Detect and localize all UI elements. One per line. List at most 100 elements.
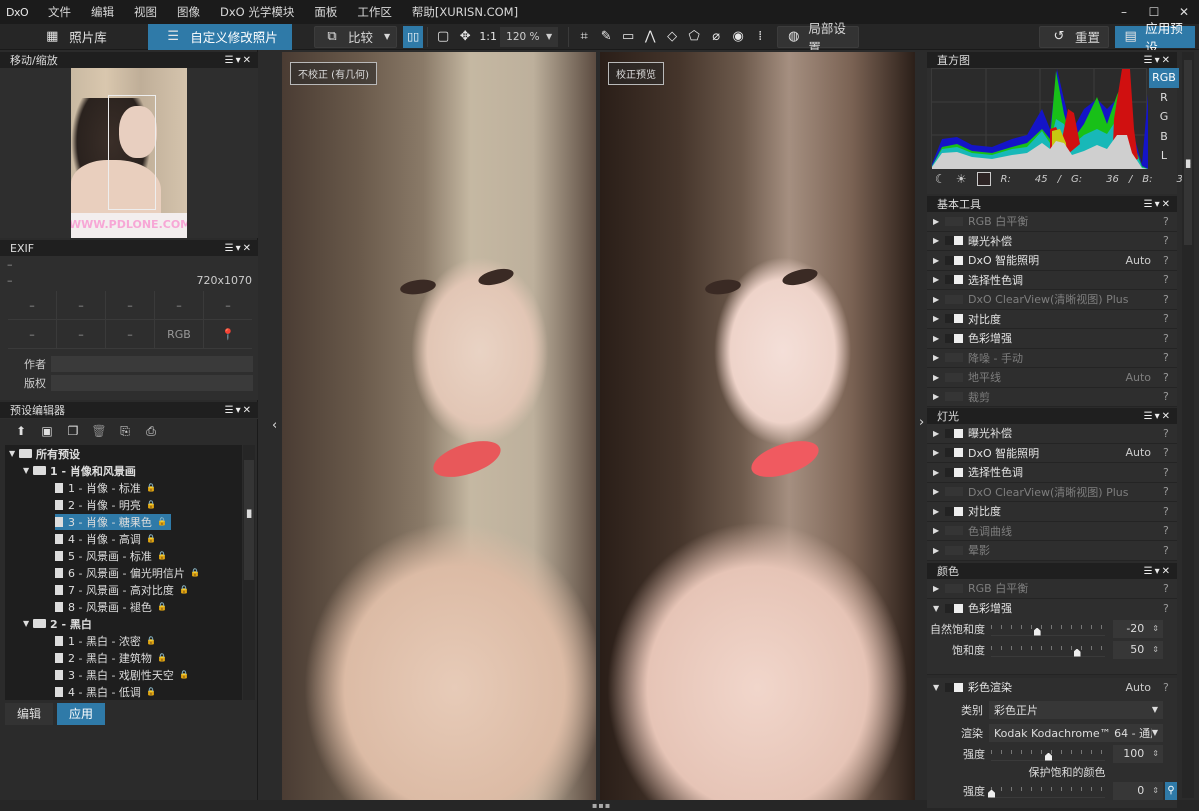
expand-icon[interactable]: ▶ xyxy=(933,295,945,304)
expand-icon[interactable]: ▶ xyxy=(933,546,945,555)
expand-icon[interactable]: ▶ xyxy=(933,487,945,496)
tab-photo-library[interactable]: ▦ 照片库 xyxy=(0,24,148,50)
menu-item[interactable]: 文件 xyxy=(38,4,81,20)
tab-edit[interactable]: 编辑 xyxy=(5,703,53,725)
apply-preset-button[interactable]: ▤ 应用预设 xyxy=(1115,21,1195,55)
help-icon[interactable]: ? xyxy=(1163,312,1177,325)
enable-toggle[interactable] xyxy=(945,545,963,555)
tab-apply[interactable]: 应用 xyxy=(57,703,105,725)
preset-item[interactable]: 4 - 黑白 - 低调 🔒 xyxy=(5,683,242,700)
author-input[interactable] xyxy=(51,356,253,372)
tool-row[interactable]: ▶ 裁剪? xyxy=(927,387,1177,407)
enable-toggle[interactable] xyxy=(945,294,963,304)
protect-intensity-input[interactable]: 0 ⇕ xyxy=(1113,781,1163,800)
preset-folder[interactable]: ▼ 2 - 黑白 xyxy=(5,615,242,632)
enable-toggle[interactable] xyxy=(945,275,963,285)
enable-toggle[interactable] xyxy=(945,526,963,536)
saturation-slider[interactable] xyxy=(991,642,1105,657)
repair-icon[interactable]: ⌀ xyxy=(705,29,727,44)
slider-knob[interactable] xyxy=(1045,752,1052,761)
expand-icon[interactable]: ▶ xyxy=(933,584,945,593)
preset-item[interactable]: 1 - 黑白 - 浓密 🔒 xyxy=(5,632,242,649)
category-select[interactable]: 彩色正片 ▼ xyxy=(989,700,1163,719)
one-to-one-zoom-button[interactable]: 1:1 xyxy=(476,30,500,43)
tool-row[interactable]: ▶ DxO ClearView(清晰视图) Plus? xyxy=(927,482,1177,502)
zoom-level-select[interactable]: 120 % ▼ xyxy=(500,26,559,47)
horizon-icon[interactable]: ▭ xyxy=(617,29,639,44)
expand-icon[interactable]: ▼ xyxy=(9,449,19,458)
red-eye-icon[interactable]: ◉ xyxy=(727,29,749,44)
tool-color-enhance[interactable]: ▼ 色彩增强 ? xyxy=(927,598,1177,618)
location-pin-icon[interactable]: 📍 xyxy=(204,320,252,348)
panel-menu-close-icon[interactable]: ☰▾✕ xyxy=(1144,566,1172,577)
panel-menu-close-icon[interactable]: ☰▾✕ xyxy=(1144,411,1172,422)
magic-wand-icon[interactable]: ⚲ xyxy=(1165,781,1177,800)
channel-g[interactable]: G xyxy=(1149,107,1179,127)
tool-row[interactable]: ▶ 降噪 - 手动? xyxy=(927,348,1177,368)
enable-toggle[interactable] xyxy=(945,603,963,613)
render-select[interactable]: Kodak Kodachrome™ 64 - 通用 ▼ xyxy=(989,723,1163,742)
channel-l[interactable]: L xyxy=(1149,146,1179,166)
enable-toggle[interactable] xyxy=(945,506,963,516)
panel-menu-close-icon[interactable]: ☰▾✕ xyxy=(225,55,253,66)
right-panel-scrollbar[interactable]: ▪ ▪ xyxy=(1182,52,1194,798)
channel-b[interactable]: B xyxy=(1149,127,1179,147)
eyedropper-icon[interactable]: ✎ xyxy=(595,29,617,44)
menu-item[interactable]: 编辑 xyxy=(81,4,124,20)
new-preset-from-image-icon[interactable]: ▣ xyxy=(38,424,56,438)
expand-icon[interactable]: ▶ xyxy=(933,353,945,362)
expand-icon[interactable]: ▶ xyxy=(933,448,945,457)
slider-knob[interactable] xyxy=(1073,648,1081,657)
tool-row[interactable]: ▶ 曝光补偿? xyxy=(927,424,1177,444)
saturation-input[interactable]: 50 ⇕ xyxy=(1113,640,1163,659)
enable-toggle[interactable] xyxy=(945,682,963,692)
tool-row[interactable]: ▶ DxO 智能照明 Auto? xyxy=(927,443,1177,463)
tool-row[interactable]: ▶ RGB 白平衡? xyxy=(927,212,1177,232)
menu-item[interactable]: 帮助[XURISN.COM] xyxy=(402,4,528,20)
tool-rgb-white-balance[interactable]: ▶ RGB 白平衡 ? xyxy=(927,579,1177,599)
copyright-input[interactable] xyxy=(51,375,253,391)
menu-item[interactable]: 工作区 xyxy=(347,4,402,20)
enable-toggle[interactable] xyxy=(945,255,963,265)
slider-knob[interactable] xyxy=(1033,627,1041,636)
panel-menu-close-icon[interactable]: ☰▾✕ xyxy=(1144,199,1172,210)
enable-toggle[interactable] xyxy=(945,353,963,363)
preset-item[interactable]: 5 - 风景画 - 标准 🔒 xyxy=(5,547,242,564)
enable-toggle[interactable] xyxy=(945,467,963,477)
tool-row[interactable]: ▶ 色调曲线? xyxy=(927,521,1177,541)
help-icon[interactable]: ? xyxy=(1163,544,1177,557)
preset-item[interactable]: 3 - 黑白 - 戏剧性天空 🔒 xyxy=(5,666,242,683)
preset-item[interactable]: 8 - 风景画 - 褪色 🔒 xyxy=(5,598,242,615)
duplicate-preset-icon[interactable]: ❐ xyxy=(64,424,82,438)
expand-icon[interactable]: ▶ xyxy=(933,392,945,401)
channel-r[interactable]: R xyxy=(1149,88,1179,108)
preset-item[interactable]: 7 - 风景画 - 高对比度 🔒 xyxy=(5,581,242,598)
preset-item[interactable]: 3 - 肖像 - 糖果色 🔒 xyxy=(5,513,242,530)
enable-toggle[interactable] xyxy=(945,487,963,497)
tool-row[interactable]: ▶ 色彩增强? xyxy=(927,329,1177,349)
tool-row[interactable]: ▶ 选择性色调? xyxy=(927,270,1177,290)
uncorrected-image[interactable]: 不校正 (有几何) xyxy=(282,52,596,800)
expand-icon[interactable]: ▶ xyxy=(933,334,945,343)
expand-icon[interactable]: ▶ xyxy=(933,526,945,535)
help-icon[interactable]: ? xyxy=(1163,681,1177,694)
spinner-icon[interactable]: ⇕ xyxy=(1152,645,1159,654)
collapse-right-panel-icon[interactable]: › xyxy=(919,415,924,430)
preset-folder[interactable]: ▼ 1 - 肖像和风景画 xyxy=(5,462,242,479)
intensity-slider[interactable] xyxy=(991,746,1105,761)
split-view-toggle[interactable]: ▯▯ xyxy=(403,25,424,48)
perspective-8pt-icon[interactable]: ⬠ xyxy=(683,29,705,44)
help-icon[interactable]: ? xyxy=(1163,332,1177,345)
compare-dropdown-icon[interactable]: ▼ xyxy=(384,32,390,41)
perspective-rect-icon[interactable]: ◇ xyxy=(661,29,683,44)
preset-folder[interactable]: ▼ 所有预设 xyxy=(5,445,242,462)
protect-intensity-slider[interactable] xyxy=(988,783,1105,798)
enable-toggle[interactable] xyxy=(945,448,963,458)
intensity-input[interactable]: 100 ⇕ xyxy=(1113,744,1163,763)
tool-row[interactable]: ▶ 晕影? xyxy=(927,541,1177,561)
tool-row[interactable]: ▶ 对比度? xyxy=(927,502,1177,522)
expand-icon[interactable]: ▼ xyxy=(23,466,33,475)
enable-toggle[interactable] xyxy=(945,583,963,593)
tool-row[interactable]: ▶ 对比度? xyxy=(927,309,1177,329)
preset-item[interactable]: 6 - 风景画 - 偏光明信片 🔒 xyxy=(5,564,242,581)
